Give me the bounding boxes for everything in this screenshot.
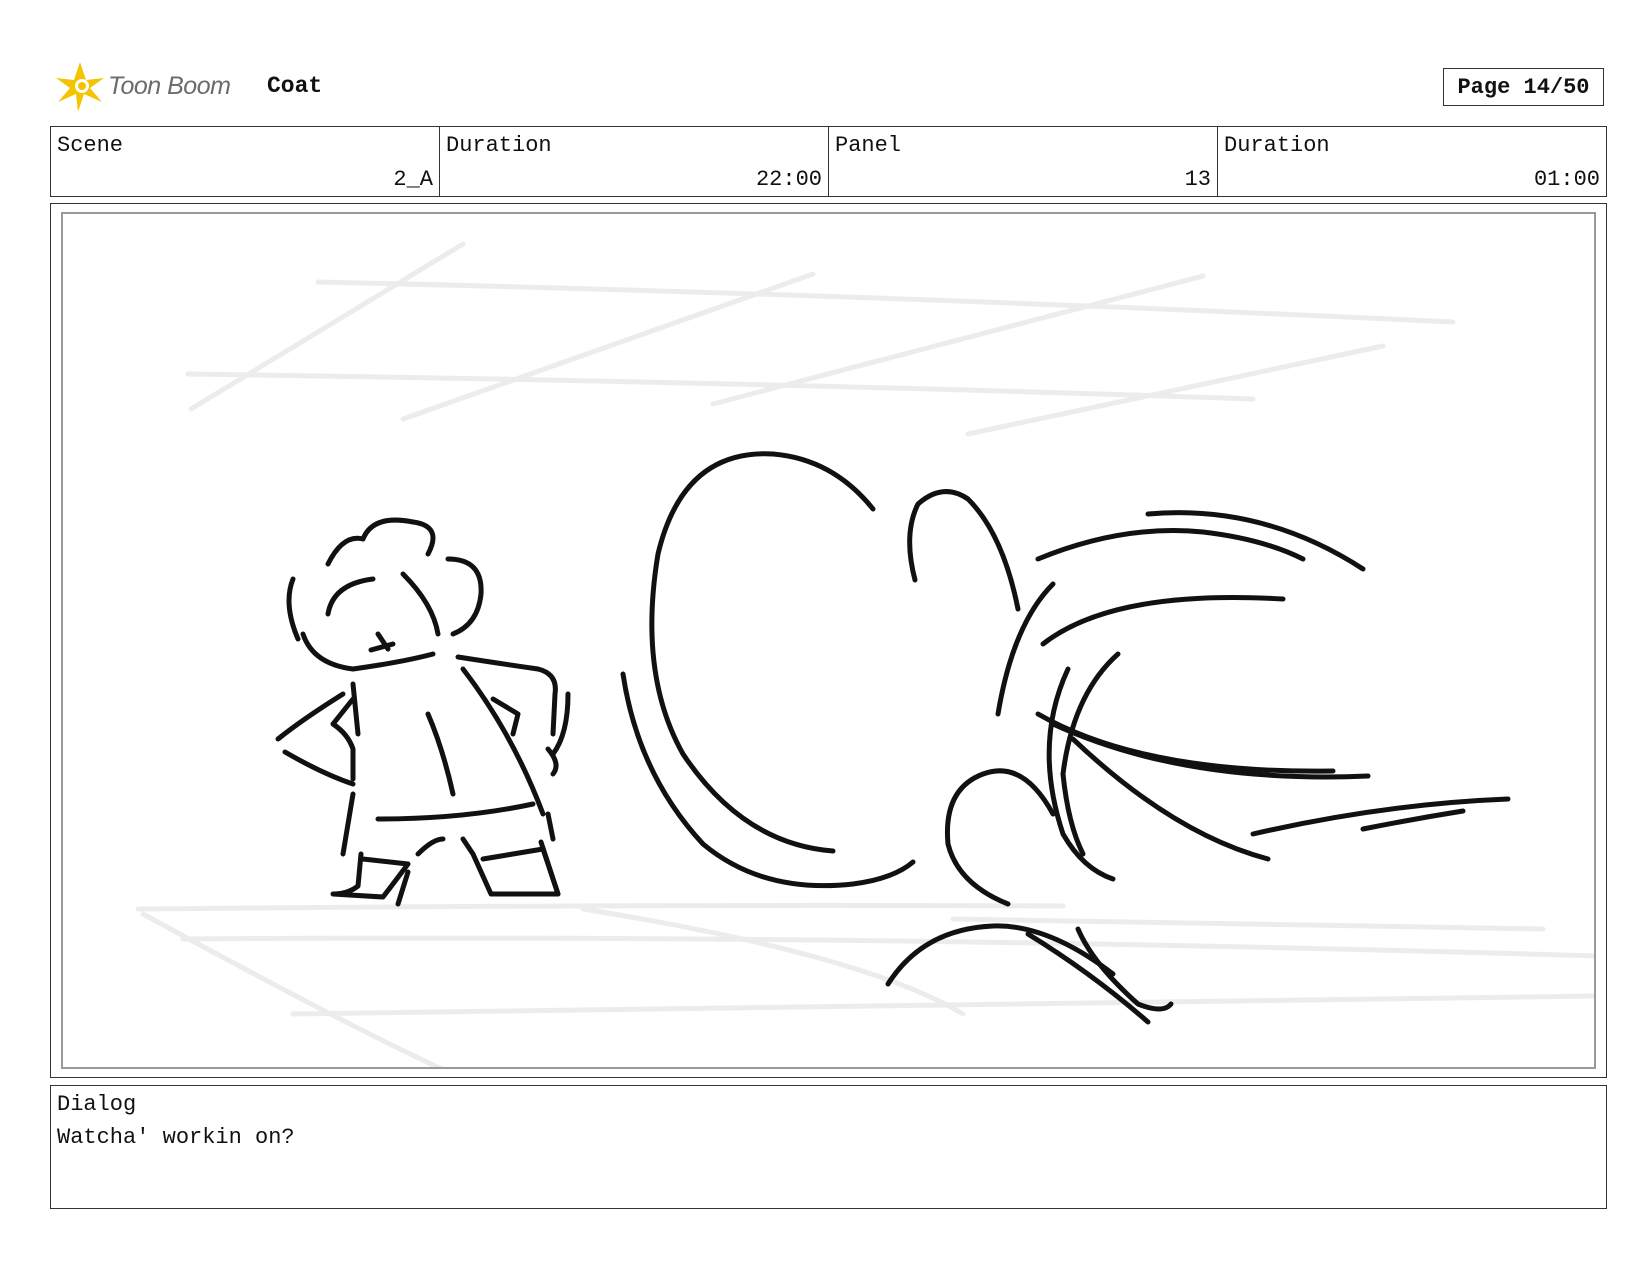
project-title: Coat [267, 73, 323, 99]
smoke-cloud-sketch [620, 451, 1511, 1025]
panel-label: Panel [835, 133, 902, 158]
info-row: Scene 2_A Duration 22:00 Panel 13 Durati… [50, 126, 1607, 197]
storyboard-panel [61, 212, 1596, 1069]
panel-duration-label: Duration [1224, 133, 1330, 158]
panel-frame [50, 203, 1607, 1078]
panel-sketch [135, 241, 1594, 1067]
dialog-box: Dialog Watcha' workin on? [50, 1085, 1607, 1209]
scene-cell: Scene 2_A [51, 127, 440, 196]
logo-text: Toon Boom [108, 72, 231, 100]
scene-duration-value: 22:00 [755, 167, 822, 192]
starburst-icon [56, 62, 104, 112]
page-indicator: Page 14/50 [1443, 68, 1604, 106]
toon-boom-logo: Toon Boom [52, 58, 252, 114]
panel-duration-value: 01:00 [1533, 167, 1600, 192]
background-guide-lines [135, 241, 1594, 1067]
dialog-text: Watcha' workin on? [57, 1125, 295, 1150]
scene-label: Scene [57, 133, 124, 158]
scene-duration-label: Duration [446, 133, 552, 158]
scene-duration-cell: Duration 22:00 [440, 127, 829, 196]
panel-duration-cell: Duration 01:00 [1218, 127, 1606, 196]
scene-value: 2_A [393, 167, 433, 192]
dialog-label: Dialog [57, 1092, 137, 1117]
panel-cell: Panel 13 [829, 127, 1218, 196]
panel-value: 13 [1184, 167, 1211, 192]
character-sketch [275, 517, 571, 907]
